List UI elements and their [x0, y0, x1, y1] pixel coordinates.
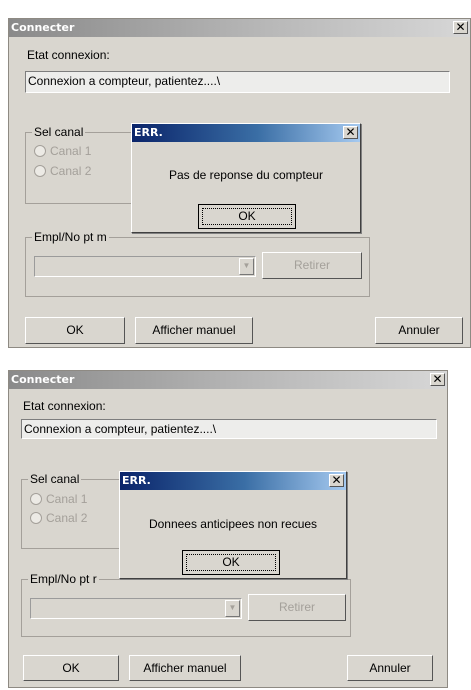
channel-2-label: Canal 2	[50, 164, 92, 178]
error-ok-button[interactable]: OK	[198, 204, 296, 229]
dialog-title: Connecter	[9, 19, 470, 37]
show-manual-button[interactable]: Afficher manuel	[135, 317, 253, 344]
channel-2-label: Canal 2	[46, 511, 88, 525]
channel-1-label: Canal 1	[46, 492, 88, 506]
channel-1-radio[interactable]: Canal 1	[30, 492, 87, 506]
error-title: ERR.	[132, 124, 360, 142]
close-icon[interactable]: ✕	[453, 21, 468, 34]
ok-button[interactable]: OK	[23, 655, 119, 681]
status-label: Etat connexion:	[23, 399, 106, 413]
error-dialog-2: ERR. ✕ Donnees anticipees non recues OK	[119, 471, 347, 579]
error-title: ERR.	[120, 472, 346, 490]
channel-group-label: Sel canal	[32, 125, 86, 139]
channel-1-radio[interactable]: Canal 1	[34, 144, 91, 158]
radio-icon	[34, 145, 46, 157]
ok-button[interactable]: OK	[25, 317, 125, 344]
close-icon[interactable]: ✕	[329, 474, 344, 487]
focus-ring	[202, 208, 292, 225]
status-field: Connexion a compteur, patientez....\	[25, 71, 450, 93]
location-group: Empl/No pt m ▼ Retirer	[25, 230, 370, 297]
channel-2-radio[interactable]: Canal 2	[34, 164, 91, 178]
error-ok-button[interactable]: OK	[182, 550, 280, 575]
chevron-down-icon[interactable]: ▼	[239, 258, 254, 275]
close-icon[interactable]: ✕	[343, 126, 358, 139]
status-label: Etat connexion:	[27, 48, 110, 62]
location-group-label: Empl/No pt r	[28, 572, 99, 586]
focus-ring	[186, 554, 276, 571]
cancel-button[interactable]: Annuler	[347, 655, 433, 681]
channel-group-label: Sel canal	[28, 472, 82, 486]
close-icon[interactable]: ✕	[430, 373, 445, 386]
error-dialog-1: ERR. ✕ Pas de reponse du compteur OK	[131, 123, 361, 233]
show-manual-button[interactable]: Afficher manuel	[129, 655, 241, 681]
remove-button[interactable]: Retirer	[262, 252, 362, 279]
channel-2-radio[interactable]: Canal 2	[30, 511, 87, 525]
location-group-label: Empl/No pt m	[32, 230, 109, 244]
channel-1-label: Canal 1	[50, 144, 92, 158]
radio-icon	[30, 512, 42, 524]
dialog-title: Connecter	[9, 371, 447, 389]
connect-dialog-2: Connecter ✕ Etat connexion: Connexion a …	[8, 370, 448, 688]
error-message: Donnees anticipees non recues	[148, 517, 318, 531]
location-combo[interactable]: ▼	[34, 256, 256, 277]
connect-dialog-1: Connecter ✕ Etat connexion: Connexion a …	[8, 18, 471, 348]
location-combo[interactable]: ▼	[30, 598, 242, 619]
radio-icon	[30, 493, 42, 505]
location-group: Empl/No pt r ▼ Retirer	[21, 572, 351, 637]
cancel-button[interactable]: Annuler	[375, 317, 463, 344]
status-field: Connexion a compteur, patientez....\	[21, 419, 437, 439]
chevron-down-icon[interactable]: ▼	[225, 600, 240, 617]
error-message: Pas de reponse du compteur	[168, 168, 324, 182]
radio-icon	[34, 165, 46, 177]
remove-button[interactable]: Retirer	[248, 594, 346, 621]
